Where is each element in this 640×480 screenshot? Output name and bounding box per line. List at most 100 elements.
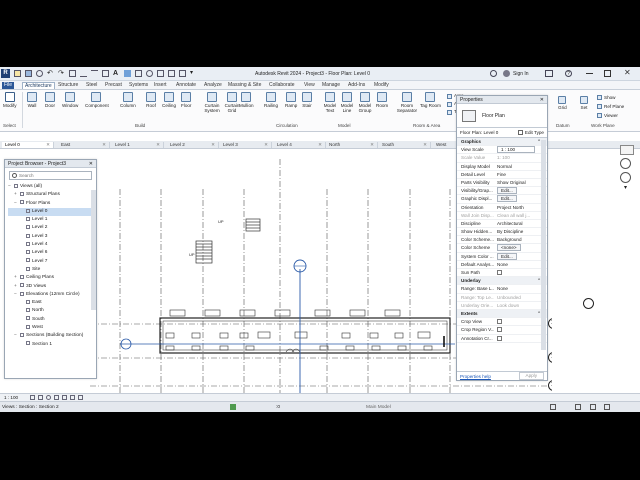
room-room-separator-tool[interactable]: Room Separator [396,92,418,113]
ribbon-tab-modify[interactable]: Modify [372,82,391,89]
property-row[interactable]: Visibility/Grap... Edit... [457,187,547,196]
property-button[interactable]: Edit... [497,195,517,203]
close-icon[interactable]: ✕ [423,142,427,148]
build-window-tool[interactable]: Window [62,92,78,108]
property-button[interactable]: <none> [497,244,521,252]
browser-item[interactable]: East [8,299,96,307]
browser-item[interactable]: − Sections (Building Section) [8,332,96,340]
properties-palette[interactable]: Properties ✕ Floor Plan Floor Plan: Leve… [456,95,548,381]
property-row[interactable]: System Color ... Edit... [457,252,547,261]
property-checkbox[interactable] [497,319,502,325]
measure-icon[interactable] [80,70,87,77]
instance-selector[interactable]: Floor Plan: Level 0 [460,130,498,135]
visual-style-icon[interactable] [38,395,43,400]
property-row[interactable]: Discipline Architectural [457,220,547,229]
maximize-icon[interactable] [604,70,611,77]
build-door-tool[interactable]: Door [45,92,55,108]
close-icon[interactable]: ✕ [102,142,106,148]
browser-item[interactable]: Level 6 [8,249,96,257]
room-tag-room-tool[interactable]: Tag Room [420,92,441,108]
section-icon[interactable] [135,70,142,77]
view-scale-input[interactable]: 1 : 100 [497,146,535,154]
property-row[interactable]: Crop Region V... [457,326,547,335]
property-row[interactable]: Range: Base L... None [457,285,547,294]
close-icon[interactable]: ✕ [211,142,215,148]
ribbon-tab-view[interactable]: View [302,82,317,89]
property-section[interactable]: Underlay ⌃ [457,277,547,286]
switch-windows-icon[interactable] [179,70,186,77]
open-icon[interactable] [14,70,21,77]
app-logo[interactable]: R [1,69,10,78]
modify-tool[interactable]: Modify [3,92,17,108]
view-tab-level-2[interactable]: Level 2 ✕ [167,142,219,148]
property-checkbox[interactable] [497,335,502,341]
browser-item[interactable]: Level 7 [8,258,96,266]
close-hidden-icon[interactable] [168,70,175,77]
browser-search[interactable] [9,171,92,180]
browser-item[interactable]: North [8,307,96,315]
browser-item[interactable]: Level 0 [8,207,96,217]
detail-level-icon[interactable] [30,395,35,400]
browser-item[interactable]: South [8,316,96,324]
property-row[interactable]: View Scale 1 : 100 [457,146,547,155]
user-icon[interactable] [503,70,510,77]
view-cube-icon[interactable] [620,145,634,155]
ribbon-tab-massing-site[interactable]: Massing & Site [226,82,263,89]
property-row[interactable]: Show Hidden... By Discipline [457,228,547,237]
tag-icon[interactable] [102,70,109,77]
property-row[interactable]: Color Scheme... Background [457,236,547,245]
browser-item[interactable]: − Elevations (12mm Circle) [8,291,96,299]
search-icon[interactable] [490,70,497,77]
thin-lines-icon[interactable] [157,70,164,77]
build-curtain-system-tool[interactable]: Curtain System [201,92,223,113]
close-icon[interactable]: ✕ [624,68,631,78]
ribbon-tab-architecture[interactable]: Architecture [22,82,55,89]
model-model-group-tool[interactable]: Model Group [354,92,376,113]
crop-icon[interactable] [62,395,67,400]
temp-hide-icon[interactable] [78,395,83,400]
cart-icon[interactable] [545,70,553,77]
work-plane-ref-plane[interactable]: Ref Plane [597,102,624,111]
close-icon[interactable]: ✕ [264,142,268,148]
build-mullion-tool[interactable]: Mullion [239,92,254,108]
circulation-stair-tool[interactable]: Stair [302,92,312,108]
properties-help-link[interactable]: Properties help [460,374,491,379]
property-row[interactable]: Color Scheme <none> [457,244,547,253]
build-component-tool[interactable]: Component [85,92,109,108]
help-icon[interactable]: ? [565,70,572,77]
text-icon[interactable]: A [113,70,120,77]
browser-item[interactable]: − Views (all) [8,183,96,191]
property-row[interactable]: Graphic Displ... Edit... [457,195,547,204]
circulation-railing-tool[interactable]: Railing [264,92,278,108]
project-browser[interactable]: Project Browser - Project3 ✕ −Views (all… [4,159,97,379]
browser-item[interactable]: Level 2 [8,224,96,232]
ribbon-tab-file[interactable]: File [2,82,15,89]
view-tab-level-3[interactable]: Level 3 ✕ [220,142,272,148]
undo-icon[interactable]: ↶ [47,70,54,77]
work-plane-show[interactable]: Show [597,93,624,102]
main-model-selector[interactable]: Main Model [366,405,391,410]
sign-in-button[interactable]: Sign In [513,71,529,77]
ribbon-tab-systems[interactable]: Systems [127,82,150,89]
browser-item[interactable]: − Floor Plans [8,200,96,208]
property-row[interactable]: Orientation Project North [457,204,547,212]
close-icon[interactable]: ✕ [46,142,50,148]
worksets-icon[interactable] [230,404,236,410]
view-tab-level-1[interactable]: Level 1 ✕ [112,142,164,148]
print-icon[interactable] [69,70,76,77]
property-row[interactable]: Detail Level Fine [457,171,547,179]
property-section[interactable]: Graphics ⌃ [457,138,547,147]
view-tab-level-0[interactable]: Level 0 ✕ [2,142,54,148]
property-section[interactable]: Extents ⌃ [457,309,547,319]
select-pinned-icon[interactable] [590,404,596,410]
elevation-marker-icon[interactable] [583,298,594,309]
view-tab-north[interactable]: North ✕ [326,142,378,148]
redo-icon[interactable]: ↷ [58,70,65,77]
ribbon-tab-collaborate[interactable]: Collaborate [267,82,297,89]
grid-tool[interactable]: Grid [558,96,567,110]
browser-item[interactable]: Level 3 [8,233,96,241]
build-floor-tool[interactable]: Floor [181,92,191,108]
property-row[interactable]: Display Model Normal [457,163,547,171]
sun-path-icon[interactable] [46,395,51,400]
sync-icon[interactable] [36,70,43,77]
